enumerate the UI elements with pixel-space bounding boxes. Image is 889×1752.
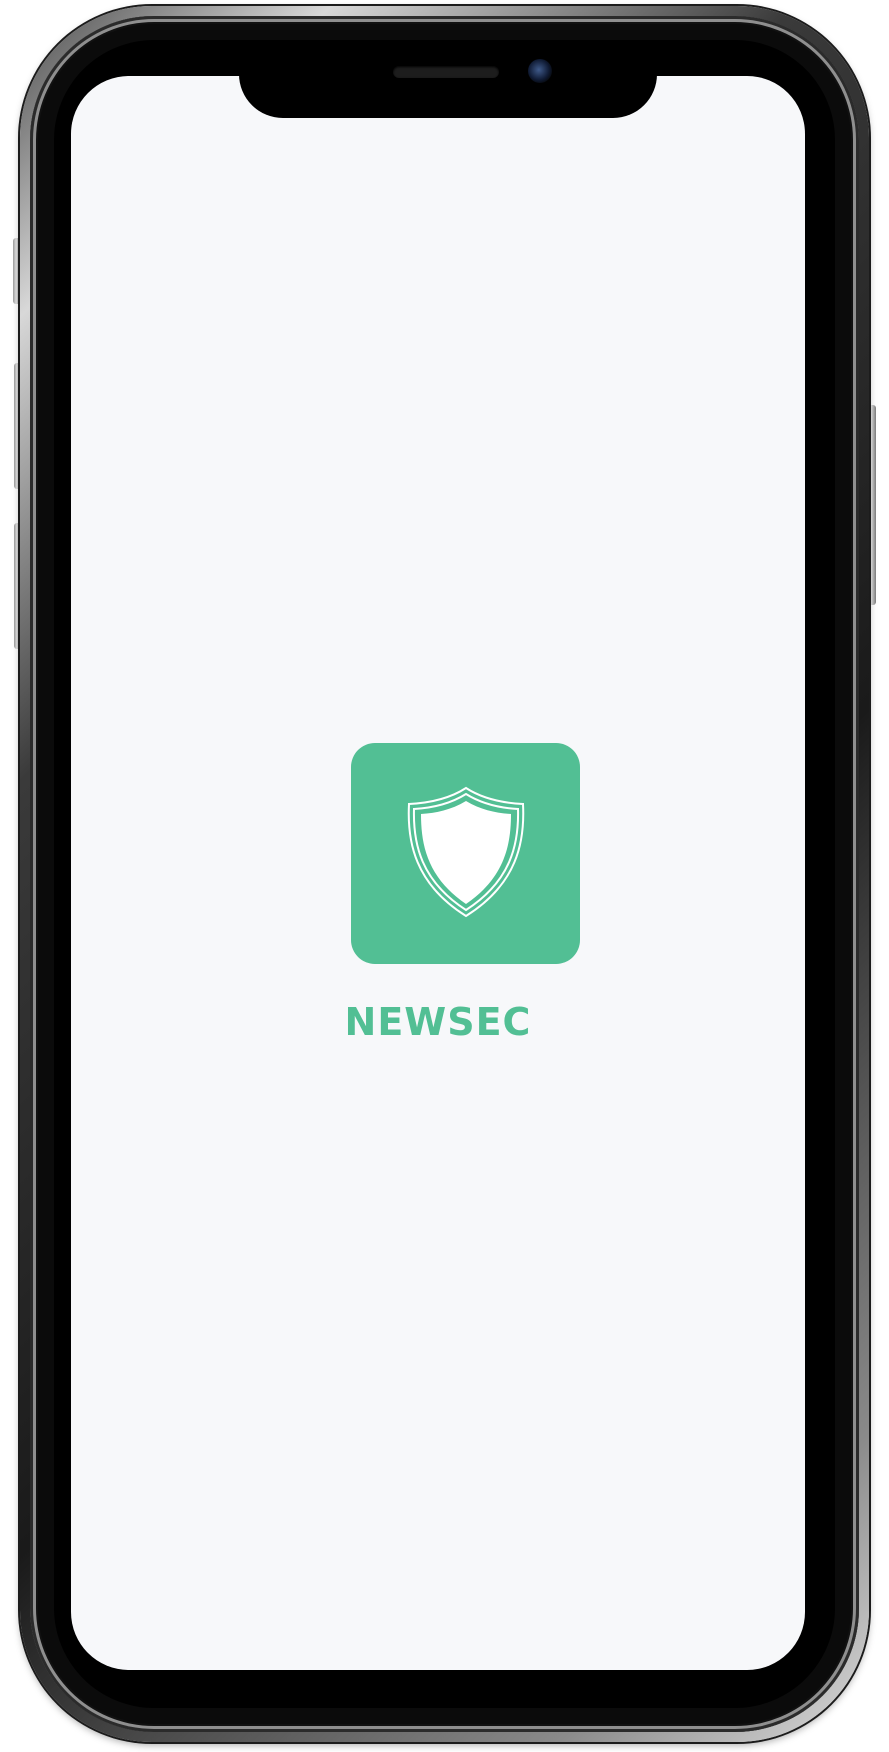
app-logo-tile [351, 743, 580, 964]
power-button [868, 405, 876, 605]
earpiece-speaker [393, 66, 499, 78]
splash-screen: NEWSEC [71, 76, 805, 1670]
app-name: NEWSEC [344, 1000, 532, 1044]
notch [239, 40, 657, 118]
device-mockup: NEWSEC [0, 0, 889, 1752]
front-camera [528, 59, 552, 83]
shield-icon [407, 786, 524, 917]
